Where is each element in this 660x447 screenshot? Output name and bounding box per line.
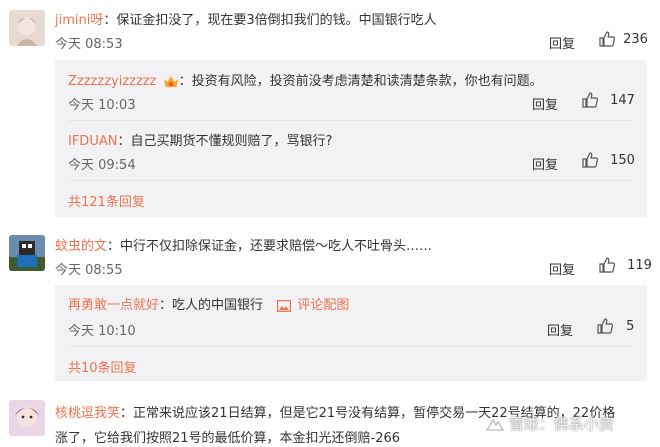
like-count: 236 bbox=[623, 31, 648, 47]
reply-text: 投资有风险，投资前没考虑清楚和读清楚条款，你也有问题。 bbox=[191, 74, 543, 89]
comment-image-label: 评论配图 bbox=[297, 298, 350, 313]
colon: ： bbox=[159, 298, 173, 313]
like-count: 150 bbox=[610, 152, 635, 168]
reply-body: IFDUAN：自己买期货不懂规则赔了，骂银行? bbox=[68, 130, 332, 149]
crown-icon bbox=[163, 75, 179, 89]
comment-text-continued: 涨了，它给我们按照21号的最低价算，本金扣光还倒赔-266 bbox=[55, 431, 401, 446]
reply-button[interactable]: 回复 bbox=[532, 94, 558, 113]
thumbs-up-icon bbox=[599, 31, 616, 47]
colon: ： bbox=[117, 134, 131, 149]
reply-text: 自己买期货不懂规则赔了，骂银行? bbox=[130, 134, 333, 149]
thumbs-up-icon bbox=[582, 92, 599, 108]
username-link[interactable]: 蚊虫的文 bbox=[55, 239, 107, 254]
more-replies-link[interactable]: 共10条回复 bbox=[68, 357, 137, 376]
avatar[interactable] bbox=[9, 400, 45, 436]
like-count: 5 bbox=[626, 318, 635, 334]
comment-text: 保证金扣没了，现在要3倍倒扣我们的钱。中国银行吃人 bbox=[116, 13, 437, 28]
thumbs-up-icon bbox=[599, 257, 616, 273]
avatar[interactable] bbox=[9, 10, 45, 46]
username-link[interactable]: IFDUAN bbox=[68, 134, 117, 149]
thumbs-up-icon bbox=[597, 318, 614, 334]
reply-button[interactable]: 回复 bbox=[547, 320, 573, 339]
like-button[interactable]: 150 bbox=[582, 152, 635, 168]
avatar-image bbox=[9, 10, 45, 46]
username-link[interactable]: 核桃逗我笑 bbox=[55, 406, 120, 421]
reply-body: Zzzzzzyizzzzz ：投资有风险，投资前没考虑清楚和读清楚条款，你也有问… bbox=[68, 70, 543, 89]
reply-time: 今天 10:10 bbox=[68, 324, 136, 339]
comment-time: 今天 08:53 bbox=[55, 37, 123, 52]
comment-image-link[interactable]: 评论配图 bbox=[277, 298, 349, 313]
divider bbox=[68, 346, 634, 347]
comment-body: jimini呀：保证金扣没了，现在要3倍倒扣我们的钱。中国银行吃人 bbox=[55, 9, 437, 28]
image-icon bbox=[277, 299, 292, 312]
divider bbox=[68, 120, 634, 121]
comment-text: 中行不仅扣除保证金，还要求赔偿～吃人不吐骨头…… bbox=[120, 239, 433, 254]
avatar-image bbox=[9, 400, 45, 436]
reply-button[interactable]: 回复 bbox=[532, 154, 558, 173]
reply-body: 再勇敢一点就好：吃人的中国银行 评论配图 bbox=[68, 294, 349, 313]
comment-time: 今天 08:55 bbox=[55, 263, 123, 278]
divider bbox=[68, 180, 634, 181]
colon: ： bbox=[178, 74, 192, 89]
reply-time: 今天 10:03 bbox=[68, 98, 136, 113]
like-button[interactable]: 147 bbox=[582, 92, 635, 108]
snowball-logo-icon bbox=[485, 418, 505, 432]
reply-button[interactable]: 回复 bbox=[549, 259, 575, 278]
thumbs-up-icon bbox=[582, 152, 599, 168]
username-link[interactable]: 再勇敢一点就好 bbox=[68, 298, 159, 313]
avatar-image bbox=[9, 235, 45, 271]
like-button[interactable]: 119 bbox=[599, 257, 652, 273]
avatar[interactable] bbox=[9, 235, 45, 271]
reply-button[interactable]: 回复 bbox=[549, 33, 575, 52]
watermark-text: 雪球：佛系小资 bbox=[508, 415, 614, 433]
colon: ： bbox=[120, 406, 134, 421]
colon: ： bbox=[103, 13, 117, 28]
username-link[interactable]: jimini呀 bbox=[55, 13, 103, 28]
like-count: 119 bbox=[627, 257, 652, 273]
reply-text: 吃人的中国银行 bbox=[172, 298, 264, 313]
like-count: 147 bbox=[610, 92, 635, 108]
colon: ： bbox=[107, 239, 121, 254]
watermark: 雪球：佛系小资 bbox=[485, 413, 614, 434]
reply-time: 今天 09:54 bbox=[68, 158, 136, 173]
more-replies-link[interactable]: 共121条回复 bbox=[68, 191, 145, 210]
like-button[interactable]: 5 bbox=[597, 318, 634, 334]
like-button[interactable]: 236 bbox=[599, 31, 648, 47]
username-link[interactable]: Zzzzzzyizzzzz bbox=[68, 74, 156, 89]
comment-body: 蚊虫的文：中行不仅扣除保证金，还要求赔偿～吃人不吐骨头…… bbox=[55, 235, 432, 254]
